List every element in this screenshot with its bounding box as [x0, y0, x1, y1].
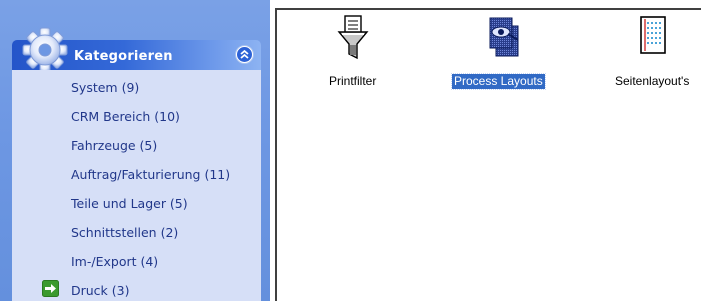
- icon-label-seitenlayouts: Seitenlayout's: [615, 74, 690, 88]
- sidebar-item-crm-bereich[interactable]: CRM Bereich (10): [71, 107, 180, 127]
- sidebar-item-druck[interactable]: Druck (3): [71, 281, 129, 301]
- process-layouts-icon: [489, 17, 519, 57]
- sidebar-item-fahrzeuge[interactable]: Fahrzeuge (5): [71, 136, 157, 156]
- double-chevron-up-icon: [237, 47, 252, 62]
- sidebar-item-auftrag-fakturierung[interactable]: Auftrag/Fakturierung (11): [71, 165, 230, 185]
- green-arrow-right-icon: [42, 280, 59, 297]
- collapse-button[interactable]: [235, 45, 254, 64]
- icon-label-process-layouts: Process Layouts: [451, 73, 546, 90]
- icon-label-printfilter: Printfilter: [329, 74, 377, 88]
- page-layout-icon: [640, 16, 666, 54]
- gear-icon: [22, 27, 68, 73]
- sidebar-item-im-export[interactable]: Im-/Export (4): [71, 252, 158, 272]
- sidebar-item-teile-und-lager[interactable]: Teile und Lager (5): [71, 194, 188, 214]
- panel-title: Kategorieren: [74, 49, 173, 64]
- printfilter-icon: [337, 15, 369, 60]
- sidebar-item-system[interactable]: System (9): [71, 78, 139, 98]
- content-pane: Printfilter Process Layouts Seitenlayout…: [275, 8, 701, 301]
- sidebar-item-schnittstellen[interactable]: Schnittstellen (2): [71, 223, 178, 243]
